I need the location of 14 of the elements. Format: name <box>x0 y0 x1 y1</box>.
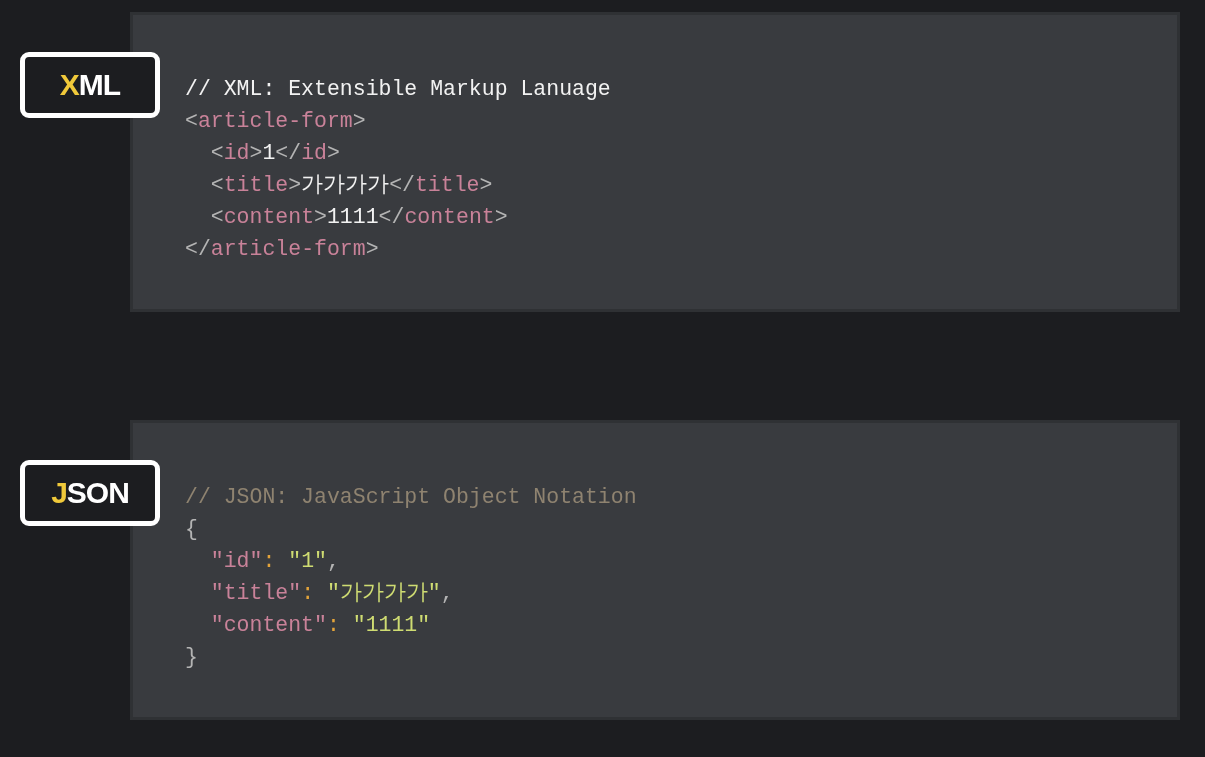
code-line: } <box>185 644 198 671</box>
code-line: "title": "가가가가", <box>209 580 454 607</box>
code-line: "content": "1111" <box>209 612 431 639</box>
code-line: { <box>185 516 198 543</box>
language-label: XML <box>20 52 160 118</box>
language-label: JSON <box>20 460 160 526</box>
code-line: // JSON: JavaScript Object Notation <box>185 484 637 511</box>
code-line: <content>1111</content> <box>209 204 508 231</box>
code-line: <article-form> <box>185 108 366 135</box>
code-line: "id": "1", <box>209 548 340 575</box>
code-line: </article-form> <box>185 236 379 263</box>
code-line: // XML: Extensible Markup Lanuage <box>185 76 611 103</box>
code-line: <id>1</id> <box>209 140 340 167</box>
code-line: <title>가가가가</title> <box>209 172 493 199</box>
